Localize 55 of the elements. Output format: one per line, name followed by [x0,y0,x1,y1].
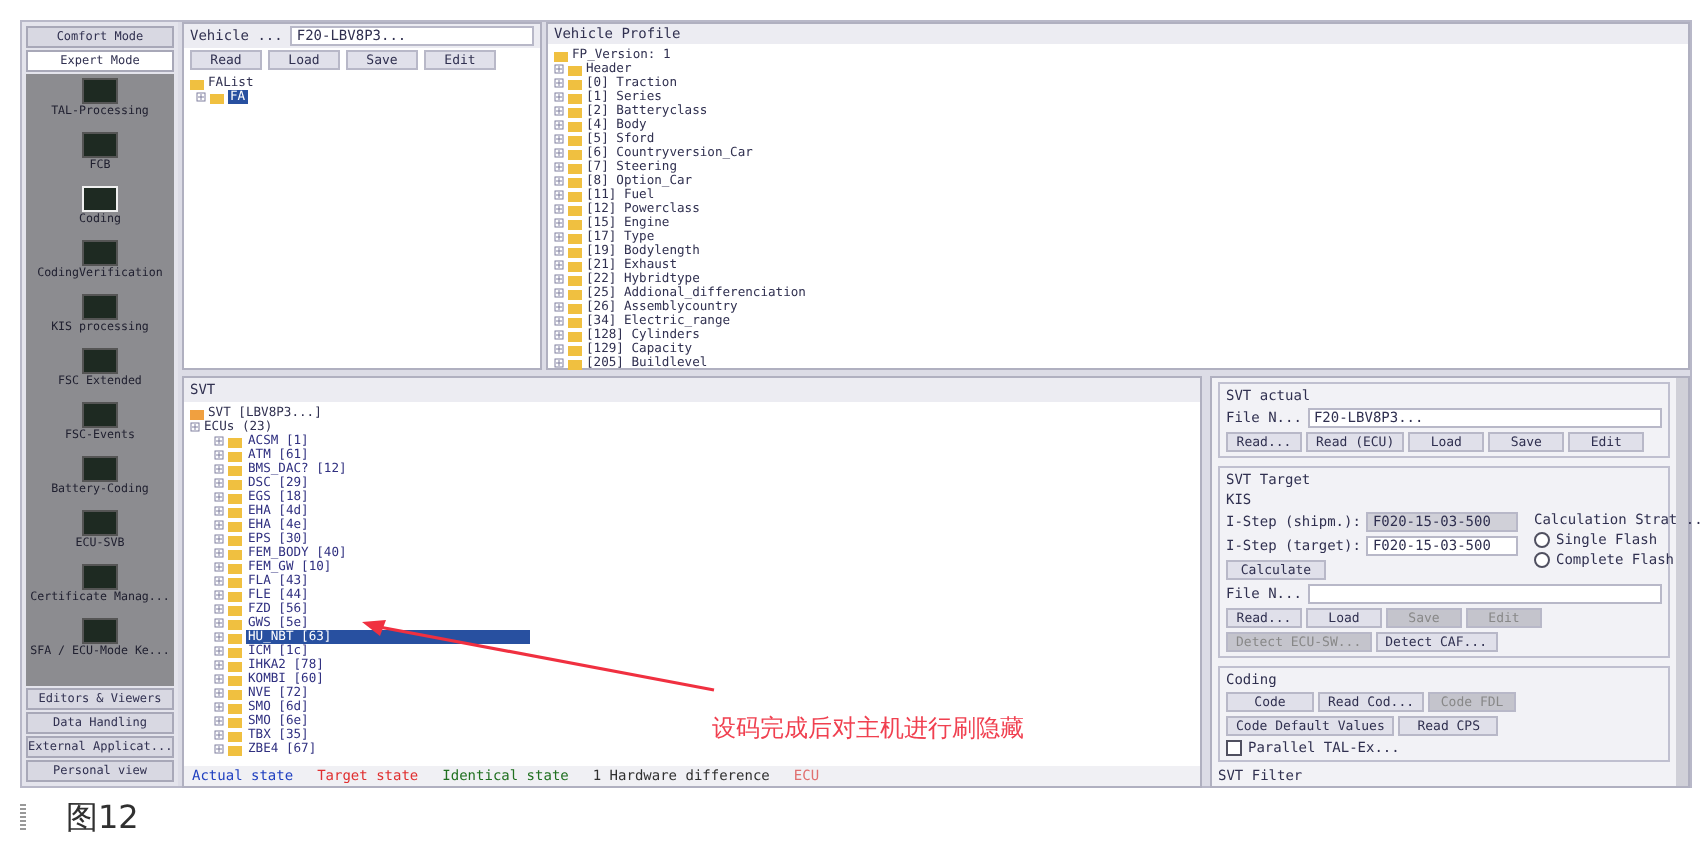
file-field[interactable] [1307,584,1662,604]
expand-icon[interactable] [214,576,224,586]
annotation-text: 设码完成后对主机进行刷隐藏 [712,712,1024,746]
expand-icon[interactable] [214,660,224,670]
expand-icon[interactable] [214,744,224,754]
expand-icon[interactable] [554,92,564,102]
caption-mark [20,804,26,832]
expand-icon[interactable] [214,520,224,530]
expand-icon[interactable] [214,506,224,516]
expand-icon[interactable] [214,534,224,544]
expand-icon[interactable] [554,344,564,354]
expand-icon[interactable] [554,162,564,172]
expand-icon[interactable] [554,190,564,200]
expand-icon[interactable] [214,464,224,474]
expand-icon[interactable] [214,450,224,460]
expand-icon[interactable] [214,688,224,698]
expand-icon[interactable] [554,246,564,256]
expand-icon[interactable] [554,148,564,158]
radio-button[interactable] [1534,552,1550,568]
expand-icon[interactable] [554,232,564,242]
expand-icon[interactable] [554,120,564,130]
figure-caption: 图12 [66,797,139,839]
expand-icon[interactable] [196,92,206,102]
expand-icon[interactable] [554,134,564,144]
expand-icon[interactable] [214,562,224,572]
radio-button[interactable] [1534,532,1550,548]
expand-icon[interactable] [554,176,564,186]
expand-icon[interactable] [214,492,224,502]
expand-icon[interactable] [554,274,564,284]
expand-icon[interactable] [214,590,224,600]
expand-icon[interactable] [554,288,564,298]
expand-icon[interactable] [214,674,224,684]
expand-icon[interactable] [214,632,224,642]
expand-icon[interactable] [554,78,564,88]
expand-icon[interactable] [554,358,564,368]
expand-icon[interactable] [190,422,200,432]
expand-icon[interactable] [554,106,564,116]
expand-icon[interactable] [554,302,564,312]
expand-icon[interactable] [214,478,224,488]
expand-icon[interactable] [214,436,224,446]
expand-icon[interactable] [214,618,224,628]
folder-icon [190,407,204,419]
expand-icon[interactable] [214,716,224,726]
checkbox[interactable] [1226,740,1242,756]
expand-icon[interactable] [554,64,564,74]
expand-icon[interactable] [214,604,224,614]
expand-icon[interactable] [554,204,564,214]
expand-icon[interactable] [554,218,564,228]
expand-icon[interactable] [214,646,224,656]
expand-icon[interactable] [554,330,564,340]
expand-icon[interactable] [214,730,224,740]
expand-icon[interactable] [214,548,224,558]
expand-icon[interactable] [554,316,564,326]
expand-icon[interactable] [214,702,224,712]
expand-icon[interactable] [554,260,564,270]
